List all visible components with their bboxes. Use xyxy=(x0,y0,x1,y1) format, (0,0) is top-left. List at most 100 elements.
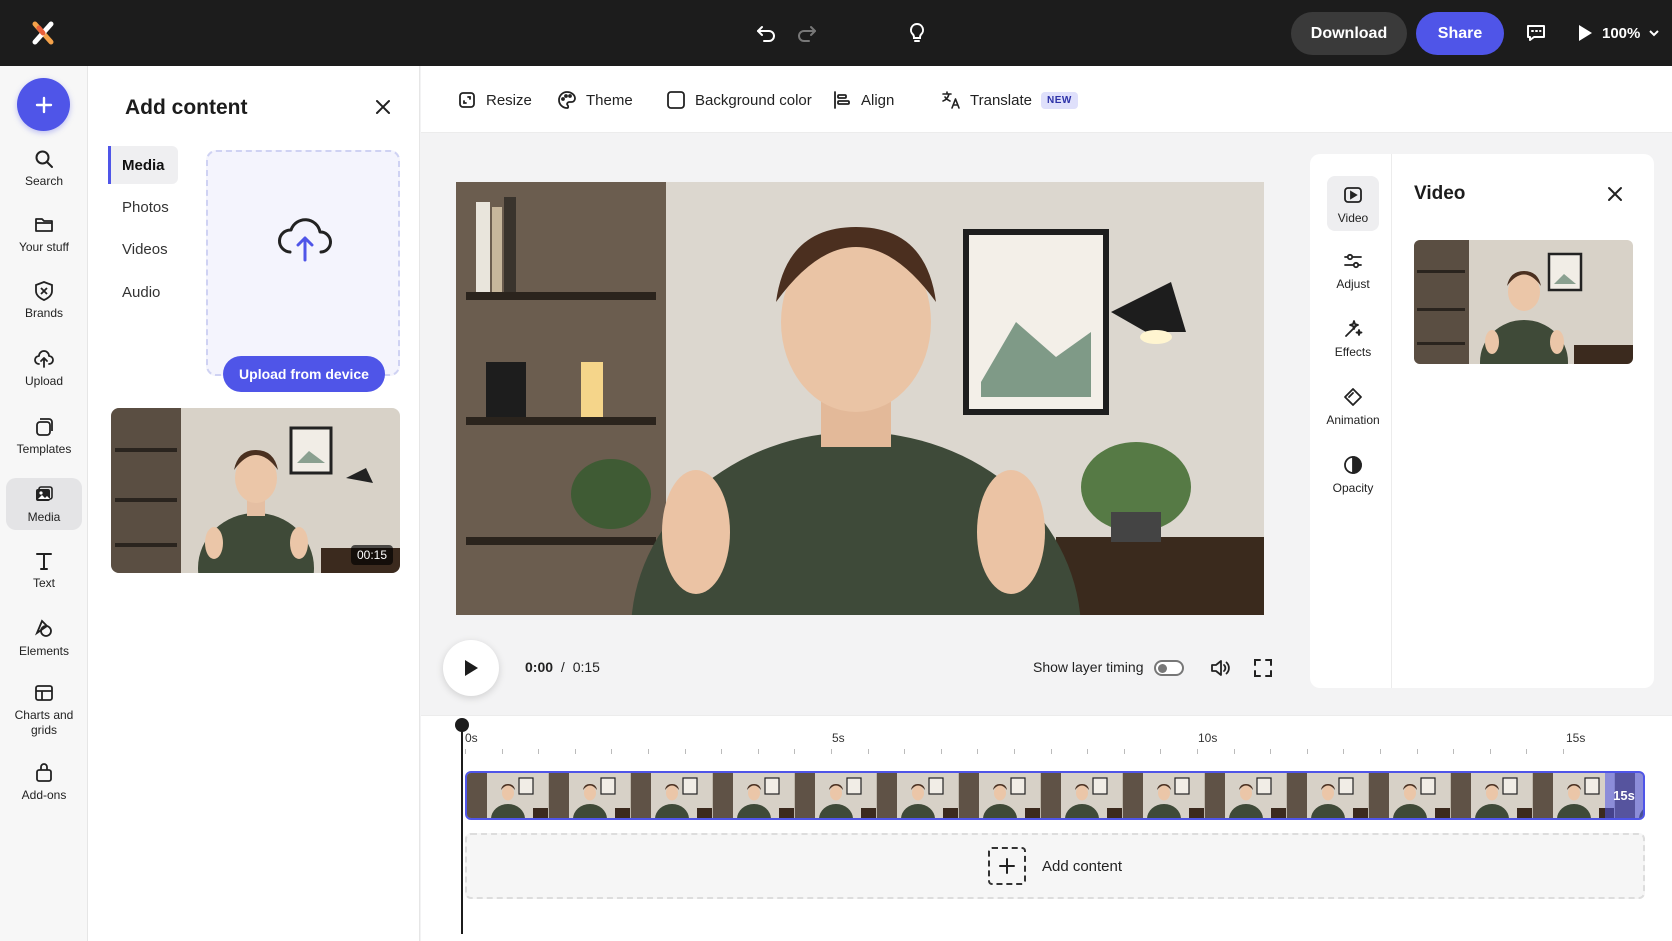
ruler-tick xyxy=(1050,749,1052,754)
rail-item-add-ons[interactable]: Add-ons xyxy=(6,762,82,803)
play-button[interactable] xyxy=(443,640,499,696)
playhead-handle[interactable] xyxy=(455,718,469,732)
rail-item-text[interactable]: Text xyxy=(6,550,82,591)
rail-item-your-stuff[interactable]: Your stuff xyxy=(6,214,82,255)
translate-button[interactable]: Translate NEW xyxy=(941,87,1078,113)
video-frame-image xyxy=(456,182,1264,615)
rail-item-media[interactable]: Media xyxy=(6,478,82,530)
rail-item-upload[interactable]: Upload xyxy=(6,348,82,389)
video-properties-panel: Video Adjust Effects Animation Opacity V… xyxy=(1310,154,1654,688)
tab-video[interactable]: Video xyxy=(1327,176,1379,231)
ruler-label: 15s xyxy=(1566,731,1586,745)
addons-icon xyxy=(36,763,52,782)
tab-effects[interactable]: Effects xyxy=(1327,318,1379,359)
background-color-swatch-icon xyxy=(667,91,685,109)
close-properties-button[interactable] xyxy=(1603,182,1627,206)
selected-video-preview[interactable] xyxy=(1414,240,1633,364)
ruler-tick xyxy=(501,749,503,754)
upload-cloud-icon xyxy=(278,218,332,262)
ruler-tick xyxy=(538,749,540,754)
download-button[interactable]: Download xyxy=(1291,12,1407,55)
tab-animation[interactable]: Animation xyxy=(1326,386,1380,427)
ruler-tick xyxy=(1270,749,1272,754)
rail-item-search[interactable]: Search xyxy=(6,148,82,189)
rail-item-label: Media xyxy=(27,510,61,524)
redo-icon[interactable] xyxy=(793,19,821,47)
create-new-button[interactable] xyxy=(17,78,70,131)
folder-icon xyxy=(35,218,53,232)
canvas-area: 0:00 / 0:15 Show layer timing xyxy=(421,133,1309,715)
rail-item-label: Upload xyxy=(24,374,64,388)
comment-icon[interactable] xyxy=(1522,19,1550,47)
rail-item-brands[interactable]: Brands xyxy=(6,280,82,321)
volume-icon[interactable] xyxy=(1208,656,1232,680)
rail-item-templates[interactable]: Templates xyxy=(6,416,82,457)
filmstrip-frame xyxy=(467,773,549,818)
rail-item-charts-and-grids[interactable]: Charts and grids xyxy=(6,682,82,738)
lightbulb-icon[interactable] xyxy=(903,19,931,47)
share-button[interactable]: Share xyxy=(1416,12,1504,55)
panel-nav-media[interactable]: Media xyxy=(108,146,178,184)
play-icon xyxy=(1579,25,1592,41)
panel-title: Add content xyxy=(125,96,248,119)
ruler-tick xyxy=(1563,749,1564,754)
ruler-tick xyxy=(940,749,942,754)
clip-end-handle[interactable]: 15s xyxy=(1605,773,1643,818)
ruler-tick xyxy=(611,749,613,754)
ruler-label: 5s xyxy=(832,731,845,745)
animation-icon xyxy=(1344,388,1362,406)
resize-button[interactable]: Resize xyxy=(457,87,532,113)
ruler-tick xyxy=(1453,749,1455,754)
media-thumbnail[interactable]: 00:15 xyxy=(111,408,400,573)
resize-icon xyxy=(459,92,475,108)
background-color-button[interactable]: Background color xyxy=(666,87,812,113)
rail-item-label: Brands xyxy=(24,306,64,320)
plus-icon xyxy=(987,847,1026,885)
video-clip-track[interactable]: 15s xyxy=(465,771,1645,820)
show-layer-timing-toggle[interactable] xyxy=(1154,660,1184,676)
ruler-tick xyxy=(1123,749,1125,754)
show-layer-timing-label: Show layer timing xyxy=(1033,659,1144,675)
close-panel-button[interactable] xyxy=(370,94,396,120)
add-content-track[interactable]: Add content xyxy=(465,833,1645,899)
filmstrip-frame xyxy=(631,773,713,818)
preview-zoom-control[interactable]: 100% xyxy=(1574,19,1660,47)
filmstrip-frame xyxy=(1205,773,1287,818)
upload-dropzone[interactable]: Upload from device xyxy=(206,150,400,392)
ruler-tick xyxy=(904,749,906,754)
theme-button[interactable]: Theme xyxy=(557,87,633,113)
video-preview-image xyxy=(1414,240,1633,364)
align-button[interactable]: Align xyxy=(832,87,894,113)
filmstrip-frame xyxy=(959,773,1041,818)
tab-opacity[interactable]: Opacity xyxy=(1327,454,1379,495)
ruler-tick xyxy=(1160,749,1162,754)
filmstrip-frame xyxy=(549,773,631,818)
upload-from-device-button[interactable]: Upload from device xyxy=(223,356,385,392)
top-bar: Download Share 100% xyxy=(0,0,1672,66)
upload-cloud-icon xyxy=(34,350,54,368)
rail-item-elements[interactable]: Elements xyxy=(6,618,82,659)
left-rail: Search Your stuff Brands Upload Template… xyxy=(0,66,88,941)
align-label: Align xyxy=(861,91,895,109)
translate-icon xyxy=(942,91,960,109)
panel-nav-photos[interactable]: Photos xyxy=(108,188,178,226)
ruler-tick xyxy=(574,749,576,754)
rail-item-label: Your stuff xyxy=(18,240,70,254)
video-canvas[interactable] xyxy=(456,182,1264,615)
undo-icon[interactable] xyxy=(752,19,780,47)
app-logo-icon[interactable] xyxy=(30,20,56,46)
fullscreen-icon[interactable] xyxy=(1251,656,1275,680)
play-icon xyxy=(465,660,478,676)
tab-label: Opacity xyxy=(1332,481,1374,495)
tab-adjust[interactable]: Adjust xyxy=(1327,250,1379,291)
close-icon xyxy=(1608,187,1622,201)
panel-nav-audio[interactable]: Audio xyxy=(108,273,178,311)
rail-item-label: Charts and grids xyxy=(14,708,74,737)
ruler-tick xyxy=(1416,749,1418,754)
templates-icon xyxy=(36,418,53,436)
panel-nav-videos[interactable]: Videos xyxy=(108,230,178,268)
resize-label: Resize xyxy=(486,91,532,109)
playhead[interactable] xyxy=(461,724,463,934)
duration-badge: 00:15 xyxy=(350,545,393,565)
adjust-sliders-icon xyxy=(1344,253,1362,269)
